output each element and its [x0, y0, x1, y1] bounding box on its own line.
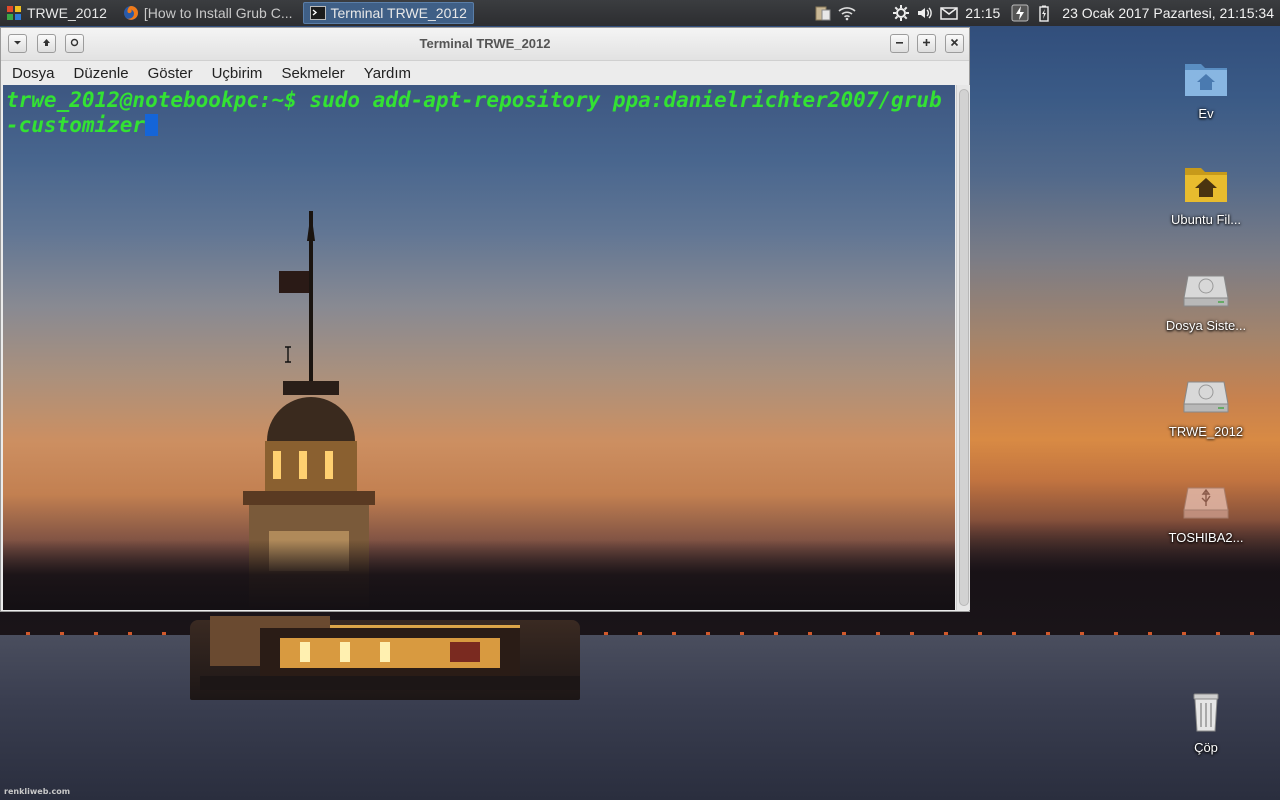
menu-yardim[interactable]: Yardım	[353, 65, 419, 82]
desktop-icon-trwe[interactable]: TRWE_2012	[1151, 372, 1261, 439]
terminal-text[interactable]: trwe_2012@notebookpc:~$ sudo add-apt-rep…	[6, 88, 952, 138]
desktop-icon-toshiba[interactable]: TOSHIBA2...	[1151, 478, 1261, 545]
desktop-icon-label: Çöp	[1194, 740, 1218, 755]
menu-dosya[interactable]: Dosya	[1, 65, 63, 82]
drive-icon	[1183, 275, 1229, 307]
keep-above-button[interactable]	[37, 34, 56, 53]
wallpaper-watermark: renkliweb.com	[4, 787, 71, 796]
desktop-icon-ubuntu-files[interactable]: Ubuntu Fil...	[1151, 160, 1261, 227]
taskbar-item-app-menu[interactable]: TRWE_2012	[0, 2, 113, 24]
window-menubar: Dosya Düzenle Göster Uçbirim Sekmeler Ya…	[1, 61, 969, 85]
firefox-icon	[123, 5, 139, 21]
home-folder-icon	[1185, 64, 1227, 96]
minimize-icon	[895, 37, 904, 50]
circle-icon	[70, 37, 79, 50]
desktop-icon-label: Ev	[1198, 106, 1214, 121]
menu-sekmeler[interactable]: Sekmeler	[270, 65, 352, 82]
terminal-output-area[interactable]: trwe_2012@notebookpc:~$ sudo add-apt-rep…	[3, 85, 955, 610]
mail-icon[interactable]	[940, 4, 958, 22]
wallpaper-tower-base	[200, 616, 580, 690]
volume-icon[interactable]	[916, 4, 934, 22]
top-panel: TRWE_2012 [How to Install Grub C... Term…	[0, 0, 1280, 26]
scrollbar-thumb[interactable]	[959, 89, 969, 606]
menu-goster[interactable]: Göster	[137, 65, 201, 82]
window-title: Terminal TRWE_2012	[419, 36, 551, 51]
desktop-icon-label: TOSHIBA2...	[1168, 530, 1244, 545]
minimize-button[interactable]	[890, 34, 909, 53]
text-cursor-icon	[285, 346, 291, 363]
chevron-down-icon	[13, 37, 22, 50]
panel-clock-short[interactable]: 21:15	[965, 5, 1000, 21]
close-button[interactable]	[945, 34, 964, 53]
panel-clock-full[interactable]: 23 Ocak 2017 Pazartesi, 21:15:34	[1062, 5, 1274, 21]
desktop-icon-home[interactable]: Ev	[1151, 54, 1261, 121]
taskbar-item-label: Terminal TRWE_2012	[330, 5, 467, 21]
desktop-icon-trash[interactable]: Çöp	[1151, 688, 1261, 755]
app-menu-icon	[6, 5, 22, 21]
menu-duzenle[interactable]: Düzenle	[63, 65, 137, 82]
battery-icon[interactable]	[1035, 4, 1053, 22]
window-titlebar[interactable]: Terminal TRWE_2012	[1, 28, 969, 61]
desktop-icon-label: Dosya Siste...	[1165, 318, 1247, 333]
taskbar-item-label: [How to Install Grub C...	[143, 5, 293, 21]
settings-icon[interactable]	[892, 4, 910, 22]
folder-icon	[1185, 168, 1227, 202]
trash-icon	[1193, 693, 1219, 732]
taskbar-item-label: TRWE_2012	[27, 5, 107, 21]
terminal-icon	[309, 5, 326, 21]
system-tray: 21:15 23 Ocak 2017 Pazartesi, 21:15:34	[811, 0, 1280, 26]
usb-drive-icon	[1183, 487, 1229, 519]
desktop-icon-label: Ubuntu Fil...	[1170, 212, 1242, 227]
sticky-button[interactable]	[65, 34, 84, 53]
terminal-cursor	[145, 114, 159, 136]
desktop-icon-filesystem[interactable]: Dosya Siste...	[1151, 266, 1261, 333]
maximize-icon	[922, 37, 931, 50]
drive-icon	[1183, 381, 1229, 413]
taskbar-item-terminal[interactable]: Terminal TRWE_2012	[302, 2, 474, 24]
menu-ucbirim[interactable]: Uçbirim	[201, 65, 271, 82]
window-menu-button[interactable]	[8, 34, 27, 53]
clipboard-icon[interactable]	[814, 4, 832, 22]
desktop-icon-label: TRWE_2012	[1168, 424, 1244, 439]
power-icon[interactable]	[1011, 4, 1029, 22]
taskbar-item-firefox[interactable]: [How to Install Grub C...	[117, 2, 299, 24]
terminal-scrollbar[interactable]	[956, 85, 970, 610]
close-icon	[950, 37, 959, 50]
terminal-window: Terminal TRWE_2012 Dosya Düzenle Göster …	[0, 27, 970, 612]
maximize-button[interactable]	[917, 34, 936, 53]
arrow-up-icon	[42, 37, 51, 50]
wallpaper-city-reflection	[3, 540, 955, 610]
wifi-icon[interactable]	[838, 4, 856, 22]
